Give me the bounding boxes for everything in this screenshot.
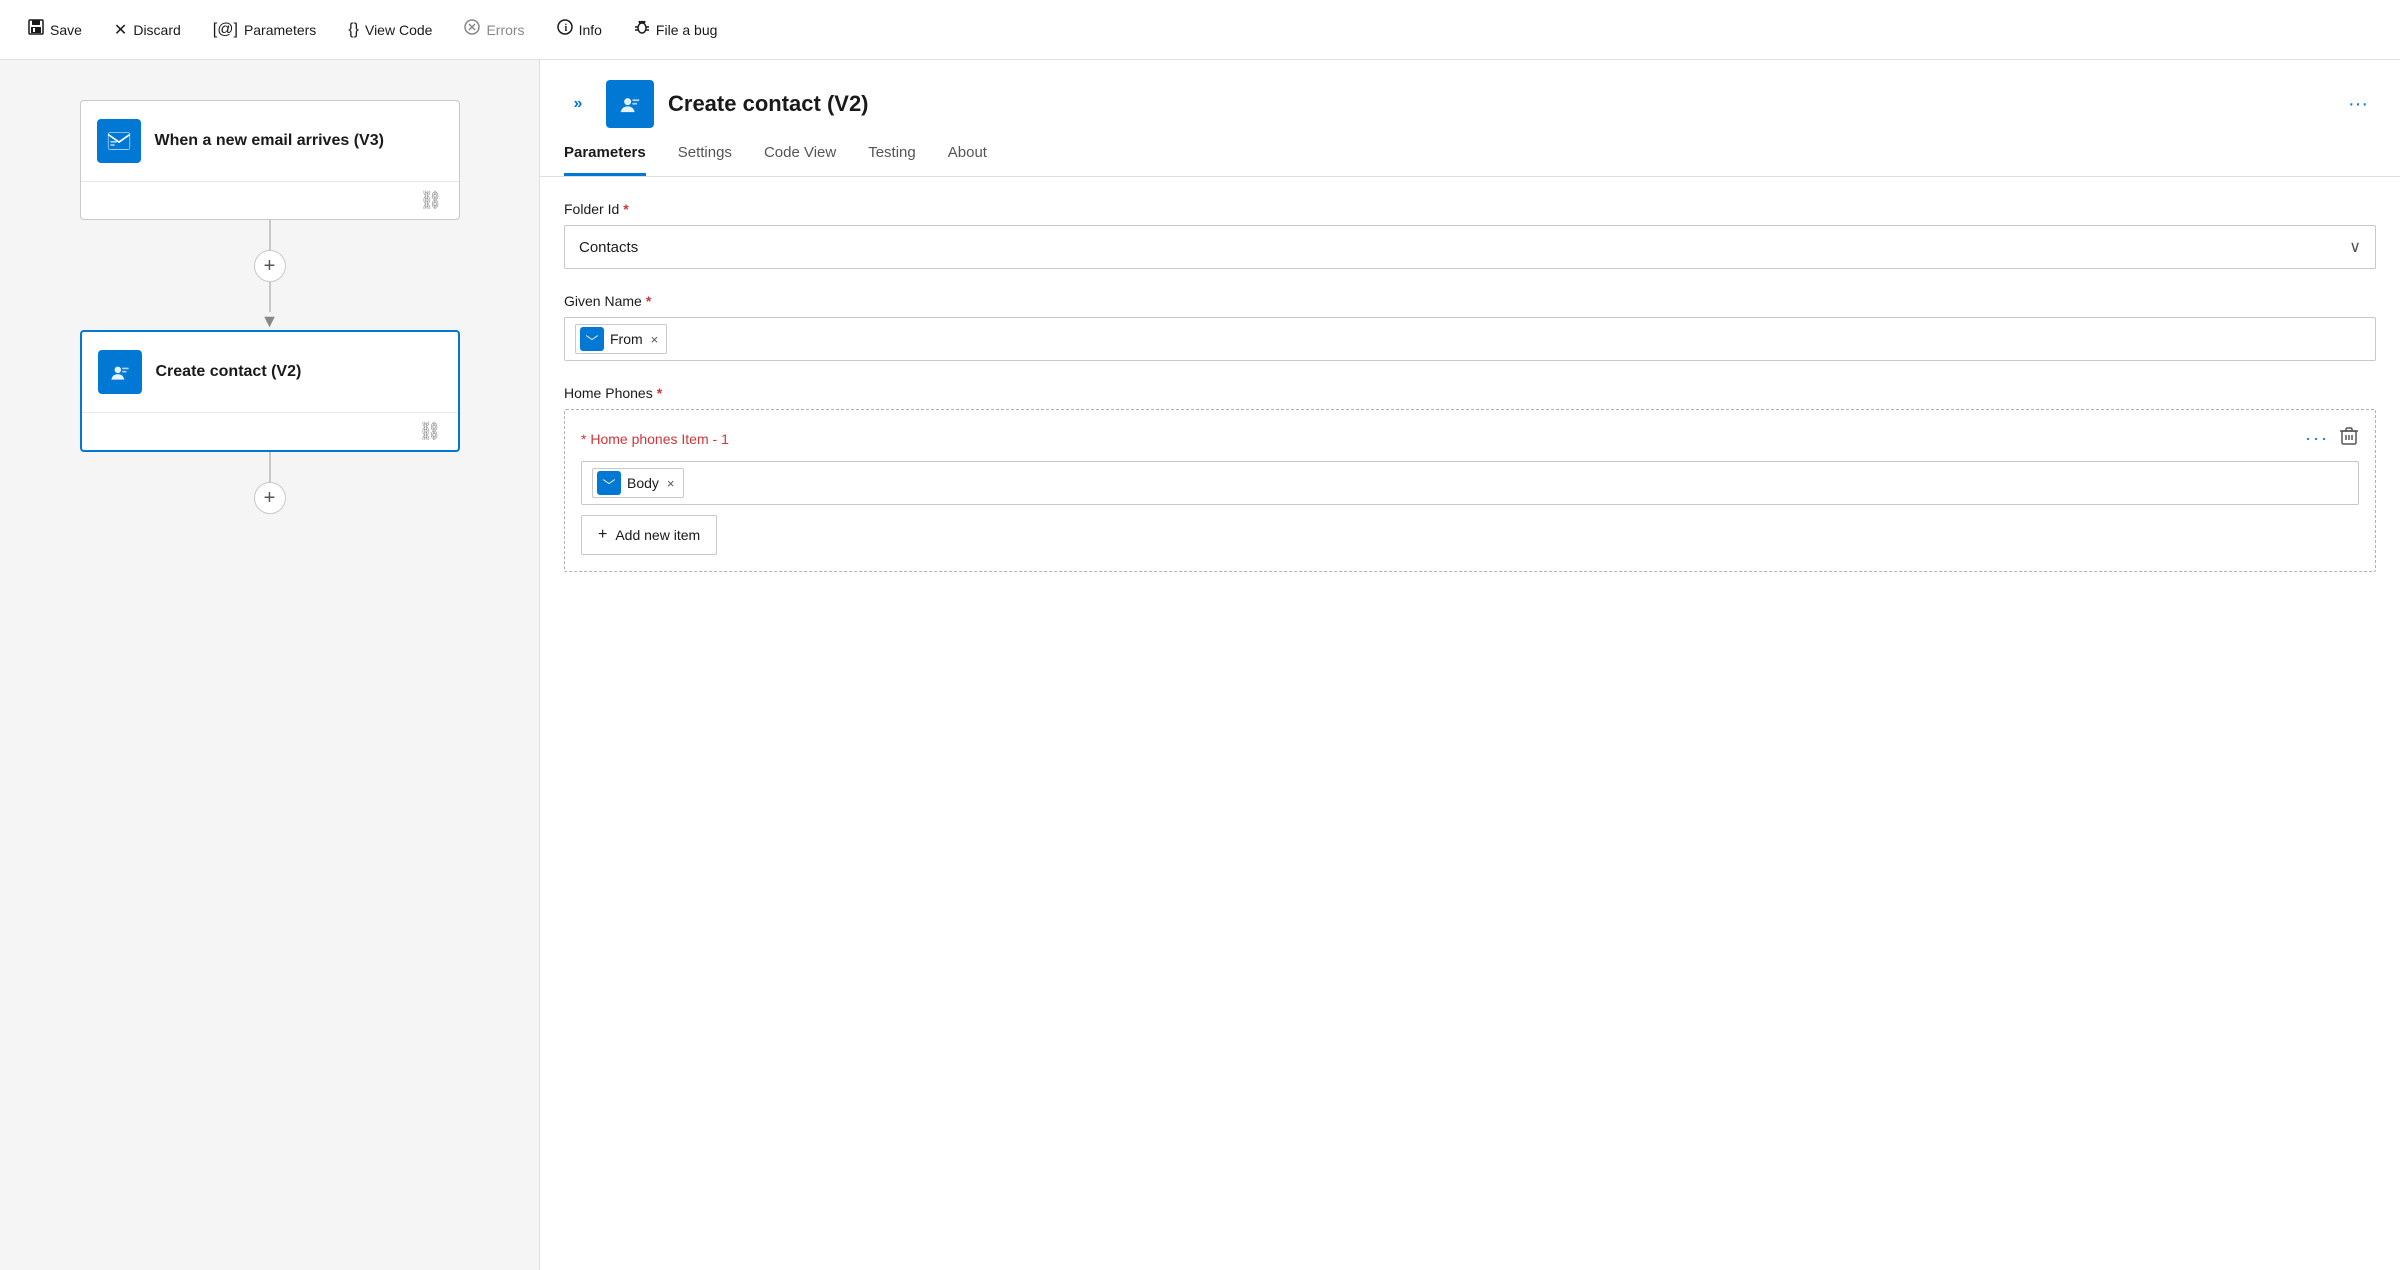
file-bug-label: File a bug <box>656 22 717 38</box>
discard-icon: ✕ <box>114 20 127 40</box>
flow-connector-1: + ▼ <box>254 220 286 330</box>
tab-about[interactable]: About <box>948 144 987 176</box>
save-label: Save <box>50 22 82 38</box>
info-icon: i <box>557 19 573 40</box>
flow-node-contact[interactable]: Create contact (V2) ⛓ <box>80 330 460 452</box>
link-icon-2: ⛓ <box>419 421 442 442</box>
flow-node-email-footer: ⛓ <box>81 181 459 219</box>
parameters-button[interactable]: [@] Parameters <box>201 15 329 45</box>
flow-node-email-icon <box>97 119 141 163</box>
form-content: Folder Id * Contacts ∨ Given Name * <box>540 177 2400 620</box>
link-icon-1: ⛓ <box>420 190 443 211</box>
from-token: From × <box>575 324 667 354</box>
body-token: Body × <box>592 468 684 498</box>
detail-header: » Create contact (V2) ··· <box>540 60 2400 128</box>
home-phones-field: Home Phones * * Home phones Item - 1 ··· <box>564 385 2376 572</box>
body-token-icon <box>597 471 621 495</box>
body-token-close[interactable]: × <box>667 476 675 491</box>
bug-icon <box>634 19 650 40</box>
add-step-button-1[interactable]: + <box>254 250 286 282</box>
add-item-button[interactable]: + Add new item <box>581 515 717 555</box>
connector-line-1 <box>269 220 271 250</box>
save-button[interactable]: Save <box>16 13 94 46</box>
flow-node-contact-footer: ⛓ <box>82 412 458 450</box>
folder-id-value: Contacts <box>579 239 638 256</box>
folder-id-field: Folder Id * Contacts ∨ <box>564 201 2376 269</box>
from-token-icon <box>580 327 604 351</box>
view-code-icon: {} <box>348 21 359 39</box>
view-code-button[interactable]: {} View Code <box>336 15 444 45</box>
given-name-field: Given Name * From × <box>564 293 2376 361</box>
view-code-label: View Code <box>365 22 432 38</box>
collapse-button[interactable]: » <box>564 90 592 118</box>
home-phones-input[interactable]: Body × <box>581 461 2359 505</box>
home-phones-required: * <box>657 385 662 401</box>
errors-button[interactable]: Errors <box>452 13 536 46</box>
flow-node-contact-title: Create contact (V2) <box>156 362 302 383</box>
svg-text:i: i <box>564 23 567 34</box>
tab-testing[interactable]: Testing <box>868 144 916 176</box>
home-phones-label: Home Phones * <box>564 385 2376 401</box>
tab-settings[interactable]: Settings <box>678 144 732 176</box>
flow-node-email-title: When a new email arrives (V3) <box>155 131 384 152</box>
detail-panel: » Create contact (V2) ··· Parameters Set… <box>540 60 2400 1270</box>
discard-label: Discard <box>133 22 180 38</box>
array-item-label: * Home phones Item - 1 <box>581 431 729 447</box>
folder-id-required: * <box>623 201 628 217</box>
more-options-button[interactable]: ··· <box>2340 89 2376 120</box>
detail-tabs: Parameters Settings Code View Testing Ab… <box>540 128 2400 177</box>
add-step-button-2[interactable]: + <box>254 482 286 514</box>
errors-icon <box>464 19 480 40</box>
info-button[interactable]: i Info <box>545 13 614 46</box>
connector-line-3 <box>269 452 271 482</box>
tab-parameters[interactable]: Parameters <box>564 144 646 176</box>
add-item-plus-icon: + <box>598 526 607 544</box>
array-item-header: * Home phones Item - 1 ··· <box>581 426 2359 451</box>
from-token-close[interactable]: × <box>651 332 659 347</box>
canvas-panel: When a new email arrives (V3) ⛓ + ▼ <box>0 60 540 1270</box>
file-bug-button[interactable]: File a bug <box>622 13 729 46</box>
connector-line-2 <box>269 282 271 312</box>
folder-id-label: Folder Id * <box>564 201 2376 217</box>
add-item-label: Add new item <box>615 527 700 543</box>
main-layout: When a new email arrives (V3) ⛓ + ▼ <box>0 60 2400 1270</box>
parameters-icon: [@] <box>213 21 238 39</box>
save-icon <box>28 19 44 40</box>
folder-id-select[interactable]: Contacts ∨ <box>564 225 2376 269</box>
home-phones-array: * Home phones Item - 1 ··· <box>564 409 2376 572</box>
tab-code-view[interactable]: Code View <box>764 144 836 176</box>
given-name-input[interactable]: From × <box>564 317 2376 361</box>
detail-icon <box>606 80 654 128</box>
flow-connector-2: + <box>254 452 286 514</box>
info-label: Info <box>579 22 602 38</box>
flow-node-contact-icon <box>98 350 142 394</box>
given-name-required: * <box>646 293 651 309</box>
toolbar: Save ✕ Discard [@] Parameters {} View Co… <box>0 0 2400 60</box>
given-name-label: Given Name * <box>564 293 2376 309</box>
chevron-down-icon: ∨ <box>2349 237 2361 257</box>
body-token-text: Body <box>627 475 659 491</box>
parameters-label: Parameters <box>244 22 316 38</box>
detail-title: Create contact (V2) <box>668 91 2326 117</box>
flow-node-email-body: When a new email arrives (V3) <box>81 101 459 181</box>
from-token-text: From <box>610 331 643 347</box>
discard-button[interactable]: ✕ Discard <box>102 14 193 46</box>
flow-node-contact-body: Create contact (V2) <box>82 332 458 412</box>
connector-arrow-1: ▼ <box>261 312 279 330</box>
array-item-more-button[interactable]: ··· <box>2305 428 2329 449</box>
errors-label: Errors <box>486 22 524 38</box>
array-item-delete-button[interactable] <box>2339 426 2359 451</box>
array-item-actions: ··· <box>2305 426 2359 451</box>
flow-node-email[interactable]: When a new email arrives (V3) ⛓ <box>80 100 460 220</box>
